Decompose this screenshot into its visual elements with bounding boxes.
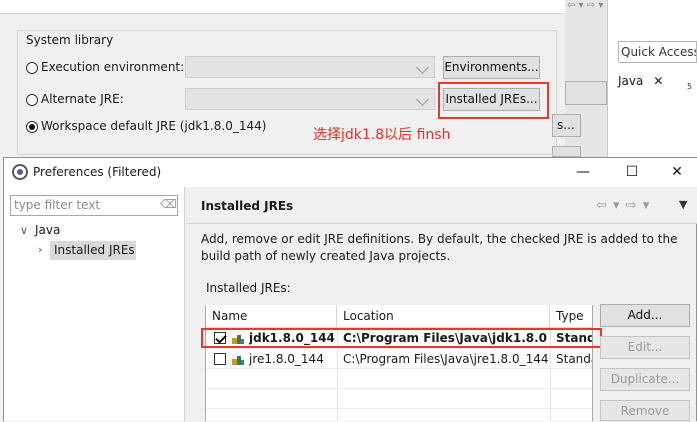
- quick-access-field[interactable]: Quick Access: [618, 41, 697, 63]
- row-divider: [206, 348, 592, 349]
- eclipse-icon: [12, 164, 28, 180]
- execution-environment-combo[interactable]: [185, 56, 435, 78]
- clear-filter-icon[interactable]: ⌫: [160, 197, 177, 211]
- installed-jres-label: Installed JREs:: [206, 281, 291, 295]
- back-forward-icons[interactable]: ⇦ ▾ ⇨ ▾: [596, 198, 650, 213]
- close-icon[interactable]: ✕: [653, 74, 663, 88]
- edit-button[interactable]: Edit...: [600, 336, 690, 359]
- environments-button[interactable]: Environments...: [443, 56, 540, 79]
- jre-location[interactable]: C:\Program Files\Java\jre1.8.0_144: [343, 352, 548, 366]
- row-divider: [206, 368, 592, 369]
- page-title: Installed JREs: [201, 199, 294, 213]
- jre-type[interactable]: Standa: [556, 352, 592, 366]
- java-perspective-tab[interactable]: Java ✕: [618, 74, 688, 92]
- chevron-right-icon[interactable]: ›: [38, 243, 42, 256]
- add-button[interactable]: Add...: [600, 304, 690, 327]
- duplicate-button[interactable]: Duplicate...: [600, 368, 690, 391]
- alternate-jre-label: Alternate JRE:: [41, 92, 124, 106]
- tree-item-java[interactable]: Java: [35, 223, 60, 237]
- close-button[interactable]: ✕: [657, 160, 697, 184]
- background-window-top-bar: [0, 0, 565, 14]
- dialog-title: Preferences (Filtered): [33, 165, 162, 179]
- jre-checkbox[interactable]: [214, 353, 226, 365]
- column-header-type[interactable]: Type: [550, 305, 592, 328]
- remove-button[interactable]: Remove: [600, 400, 690, 421]
- view-menu-icon[interactable]: ▼: [679, 198, 687, 211]
- column-header-location[interactable]: Location: [337, 305, 550, 328]
- chevron-down-icon: [416, 93, 429, 106]
- hidden-views-count: 5: [687, 82, 693, 91]
- row-divider: [206, 388, 592, 389]
- highlight-installed-jres-button: [438, 82, 549, 119]
- java-tab-label: Java: [618, 74, 644, 88]
- tree-item-installed-jres[interactable]: Installed JREs: [54, 243, 135, 257]
- page-description: Add, remove or edit JRE definitions. By …: [201, 232, 678, 263]
- column-header-name[interactable]: Name: [206, 305, 337, 328]
- chevron-down-icon[interactable]: ∨: [20, 224, 28, 237]
- instruction-annotation: 选择jdk1.8以后 finsh: [313, 127, 451, 143]
- execution-environment-label: Execution environment:: [41, 60, 185, 74]
- maximize-button[interactable]: ☐: [612, 160, 652, 184]
- alternate-jre-radio[interactable]: [26, 94, 38, 106]
- execution-environment-radio[interactable]: [26, 62, 38, 74]
- preferences-tree-pane: [4, 187, 185, 421]
- alternate-jre-combo[interactable]: [185, 88, 435, 110]
- background-button[interactable]: [565, 81, 607, 105]
- filter-input[interactable]: type filter text: [10, 195, 178, 216]
- jre-name[interactable]: jre1.8.0_144: [249, 352, 335, 366]
- jre-library-icon: [232, 355, 244, 365]
- workspace-default-jre-label: Workspace default JRE (jdk1.8.0_144): [41, 119, 267, 133]
- row-divider: [206, 408, 592, 409]
- system-library-title: System library: [24, 33, 116, 47]
- partial-button-label: s...: [557, 118, 575, 132]
- minimize-button[interactable]: —: [563, 160, 603, 184]
- background-toolbar-icons: ⇦ ▾ ⇨ ▾: [567, 0, 604, 11]
- highlight-jdk-row: [201, 328, 602, 348]
- workspace-default-jre-radio[interactable]: [26, 121, 38, 133]
- chevron-down-icon: [416, 61, 429, 74]
